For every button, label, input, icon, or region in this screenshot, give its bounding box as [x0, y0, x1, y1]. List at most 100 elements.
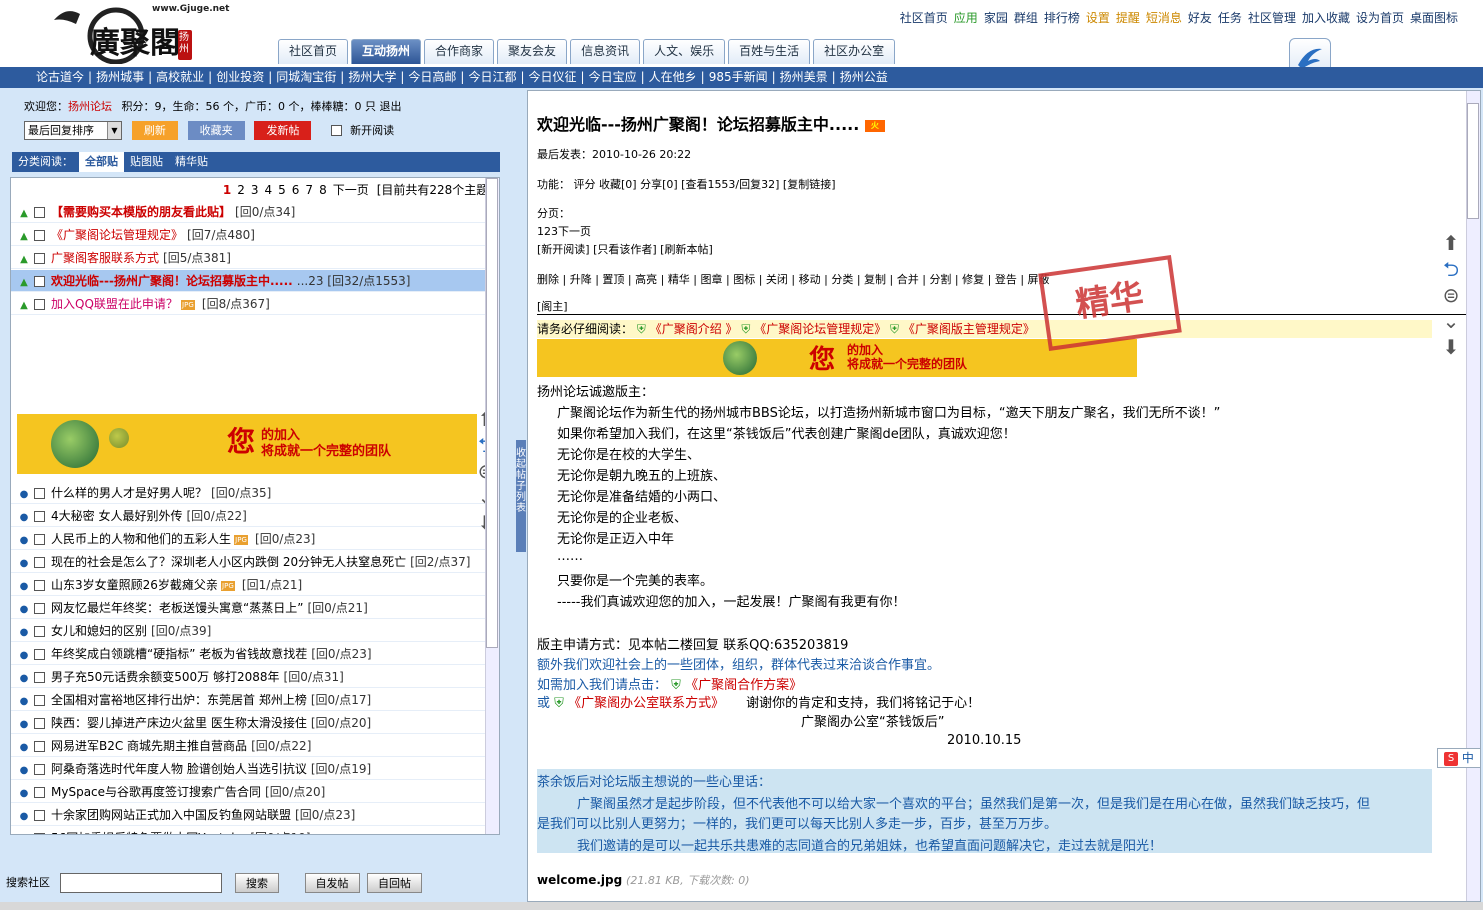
row-checkbox[interactable]	[34, 626, 45, 637]
admin-0[interactable]: 删除	[537, 273, 559, 286]
subnav-item-5[interactable]: 扬州大学	[348, 70, 396, 84]
menu-circle-icon[interactable]: ⊜	[1437, 282, 1465, 308]
join-link[interactable]: 《广聚阁合作方案》	[685, 678, 802, 693]
office-link[interactable]: 《广聚阁办公室联系方式》	[568, 696, 724, 711]
thread-title[interactable]: 人民币上的人物和他们的五彩人生	[51, 532, 231, 546]
subnav-item-11[interactable]: 985手新闻	[709, 70, 768, 84]
row-checkbox[interactable]	[34, 580, 45, 591]
top-link-8[interactable]: 好友	[1188, 11, 1212, 25]
row-checkbox[interactable]	[34, 299, 45, 310]
thread-title[interactable]: 广聚阁客服联系方式	[51, 251, 159, 265]
row-checkbox[interactable]	[34, 741, 45, 752]
search-input[interactable]	[59, 873, 222, 893]
pinned-row[interactable]: ▲ 欢迎光临---扬州广聚阁！论坛招募版主中..... ...23 [回32/点15…	[11, 270, 499, 292]
page-4[interactable]: 4	[265, 183, 273, 197]
top-link-12[interactable]: 设为首页	[1356, 11, 1404, 25]
top-link-6[interactable]: 提醒	[1116, 11, 1140, 25]
subnav-item-7[interactable]: 今日江都	[468, 70, 516, 84]
table-row[interactable]: ● 女儿和媳妇的区别 [回0/点39]	[11, 620, 499, 642]
next-page-link[interactable]: 下一页	[333, 183, 369, 197]
row-checkbox[interactable]	[34, 603, 45, 614]
admin-7[interactable]: 关闭	[766, 273, 788, 286]
table-row[interactable]: ● 网友忆最烂年终奖：老板送馒头寓意“蒸蒸日上” [回0/点21]	[11, 597, 499, 619]
pinned-row[interactable]: ▲ 加入QQ联盟在此申请？ JPG [回8/点367]	[11, 293, 499, 315]
table-row[interactable]: ● 男子充50元话费余额变500万 够打2088年 [回0/点31]	[11, 666, 499, 688]
table-row[interactable]: ● 现在的社会是怎么了？深圳老人小区内跌倒 20分钟无人扶窒息死亡 [回2/点37]	[11, 551, 499, 573]
tab-3[interactable]: 聚友会友	[497, 39, 568, 64]
top-link-9[interactable]: 任务	[1218, 11, 1242, 25]
admin-2[interactable]: 置顶	[602, 273, 624, 286]
arrow-down-icon[interactable]: ⬇	[1437, 334, 1465, 360]
post-scrollbar[interactable]	[1466, 91, 1480, 901]
page-7[interactable]: 7	[305, 183, 313, 197]
page-1[interactable]: 1	[223, 183, 231, 197]
top-link-11[interactable]: 加入收藏	[1302, 11, 1350, 25]
thread-title[interactable]: 山东3岁女童照顾26岁截瘫父亲	[51, 578, 218, 592]
table-row[interactable]: ● 陕西：婴儿掉进产床边火盆里 医生称太滑没接住 [回0/点20]	[11, 712, 499, 734]
subnav-item-0[interactable]: 论古道今	[36, 70, 84, 84]
subnav-item-2[interactable]: 高校就业	[156, 70, 204, 84]
admin-5[interactable]: 图章	[701, 273, 723, 286]
top-link-2[interactable]: 家园	[984, 11, 1008, 25]
row-checkbox[interactable]	[34, 649, 45, 660]
refresh-button[interactable]: 刷新	[131, 121, 178, 140]
pinned-row[interactable]: ▲ 广聚阁客服联系方式 [回5/点381]	[11, 247, 499, 269]
admin-8[interactable]: 移动	[799, 273, 821, 286]
tab-4[interactable]: 信息资讯	[570, 39, 641, 64]
attachment[interactable]: welcome.jpg (21.81 KB, 下载次数: 0)	[537, 872, 750, 888]
thread-title[interactable]: 网友忆最烂年终奖：老板送馒头寓意“蒸蒸日上”	[51, 601, 303, 615]
table-row[interactable]: ● 56网加重娱乐特色要做中国Youtube [回0/点19]	[11, 827, 499, 834]
row-checkbox[interactable]	[34, 787, 45, 798]
admin-14[interactable]: 登告	[995, 273, 1017, 286]
thread-title[interactable]: 什么样的男人才是好男人呢？	[51, 486, 207, 500]
table-row[interactable]: ● 4大秘密 女人最好别外传 [回0/点22]	[11, 505, 499, 527]
tab-7[interactable]: 社区办公室	[813, 39, 896, 64]
thread-title[interactable]: MySpace与谷歌再度签订搜索广告合同	[51, 785, 261, 799]
row-checkbox[interactable]	[34, 672, 45, 683]
table-row[interactable]: ● 山东3岁女童照顾26岁截瘫父亲 JPG [回1/点21]	[11, 574, 499, 596]
admin-3[interactable]: 高亮	[635, 273, 657, 286]
top-link-7[interactable]: 短消息	[1146, 11, 1182, 25]
pinned-row[interactable]: ▲ 《广聚阁论坛管理规定》 [回7/点480]	[11, 224, 499, 246]
join-banner[interactable]: 您 的加入 将成就一个完整的团队	[17, 414, 477, 474]
admin-9[interactable]: 分类	[831, 273, 853, 286]
table-row[interactable]: ● 什么样的男人才是好男人呢？ [回0/点35]	[11, 482, 499, 504]
table-row[interactable]: ● 阿桑奇落选时代年度人物 脸谱创始人当选引抗议 [回0/点19]	[11, 758, 499, 780]
tab-2[interactable]: 合作商家	[424, 39, 495, 64]
top-link-5[interactable]: 设置	[1086, 11, 1110, 25]
logout-link[interactable]: 退出	[379, 100, 401, 113]
tab-6[interactable]: 百姓与生活	[728, 39, 811, 64]
row-checkbox[interactable]	[34, 695, 45, 706]
row-checkbox[interactable]	[34, 764, 45, 775]
row-checkbox[interactable]	[34, 833, 45, 834]
admin-11[interactable]: 合并	[897, 273, 919, 286]
thread-title[interactable]: 【需要购买本模版的朋友看此贴】	[51, 205, 231, 219]
admin-6[interactable]: 图标	[733, 273, 755, 286]
table-row[interactable]: ● 网易进军B2C 商城先期主推自营商品 [回0/点22]	[11, 735, 499, 757]
page-2[interactable]: 2	[237, 183, 245, 197]
subnav-item-4[interactable]: 同城淘宝街	[276, 70, 336, 84]
sort-select[interactable]: 最后回复排序 ▼	[24, 121, 122, 140]
user-name[interactable]: 扬州论坛	[68, 100, 112, 113]
subnav-item-9[interactable]: 今日宝应	[589, 70, 637, 84]
row-checkbox[interactable]	[34, 511, 45, 522]
thread-title[interactable]: 陕西：婴儿掉进产床边火盆里 医生称太滑没接住	[51, 716, 307, 730]
page-6[interactable]: 6	[292, 183, 300, 197]
favorites-button[interactable]: 收藏夹	[187, 121, 245, 140]
admin-10[interactable]: 复制	[864, 273, 886, 286]
list-scrollbar[interactable]	[485, 178, 499, 834]
page-8[interactable]: 8	[319, 183, 327, 197]
subnav-item-10[interactable]: 人在他乡	[649, 70, 697, 84]
tab-0[interactable]: 社区首页	[278, 39, 349, 64]
admin-12[interactable]: 分割	[929, 273, 951, 286]
back-icon[interactable]: ⮌	[1437, 256, 1465, 282]
subnav-item-13[interactable]: 扬州公益	[840, 70, 888, 84]
table-row[interactable]: ● 年终奖成白领跳槽“硬指标” 老板为省钱故意找茬 [回0/点23]	[11, 643, 499, 665]
chevron-down-icon[interactable]: ⌄	[1437, 308, 1465, 334]
thread-title[interactable]: 56网加重娱乐特色要做中国Youtube	[51, 831, 246, 834]
filter-0[interactable]: 全部贴	[79, 152, 124, 172]
row-checkbox[interactable]	[34, 276, 45, 287]
table-row[interactable]: ● 人民币上的人物和他们的五彩人生 JPG [回0/点23]	[11, 528, 499, 550]
thread-title[interactable]: 现在的社会是怎么了？深圳老人小区内跌倒 20分钟无人扶窒息死亡	[51, 555, 406, 569]
collapse-list-button[interactable]: 收起帖子列表	[516, 440, 526, 552]
